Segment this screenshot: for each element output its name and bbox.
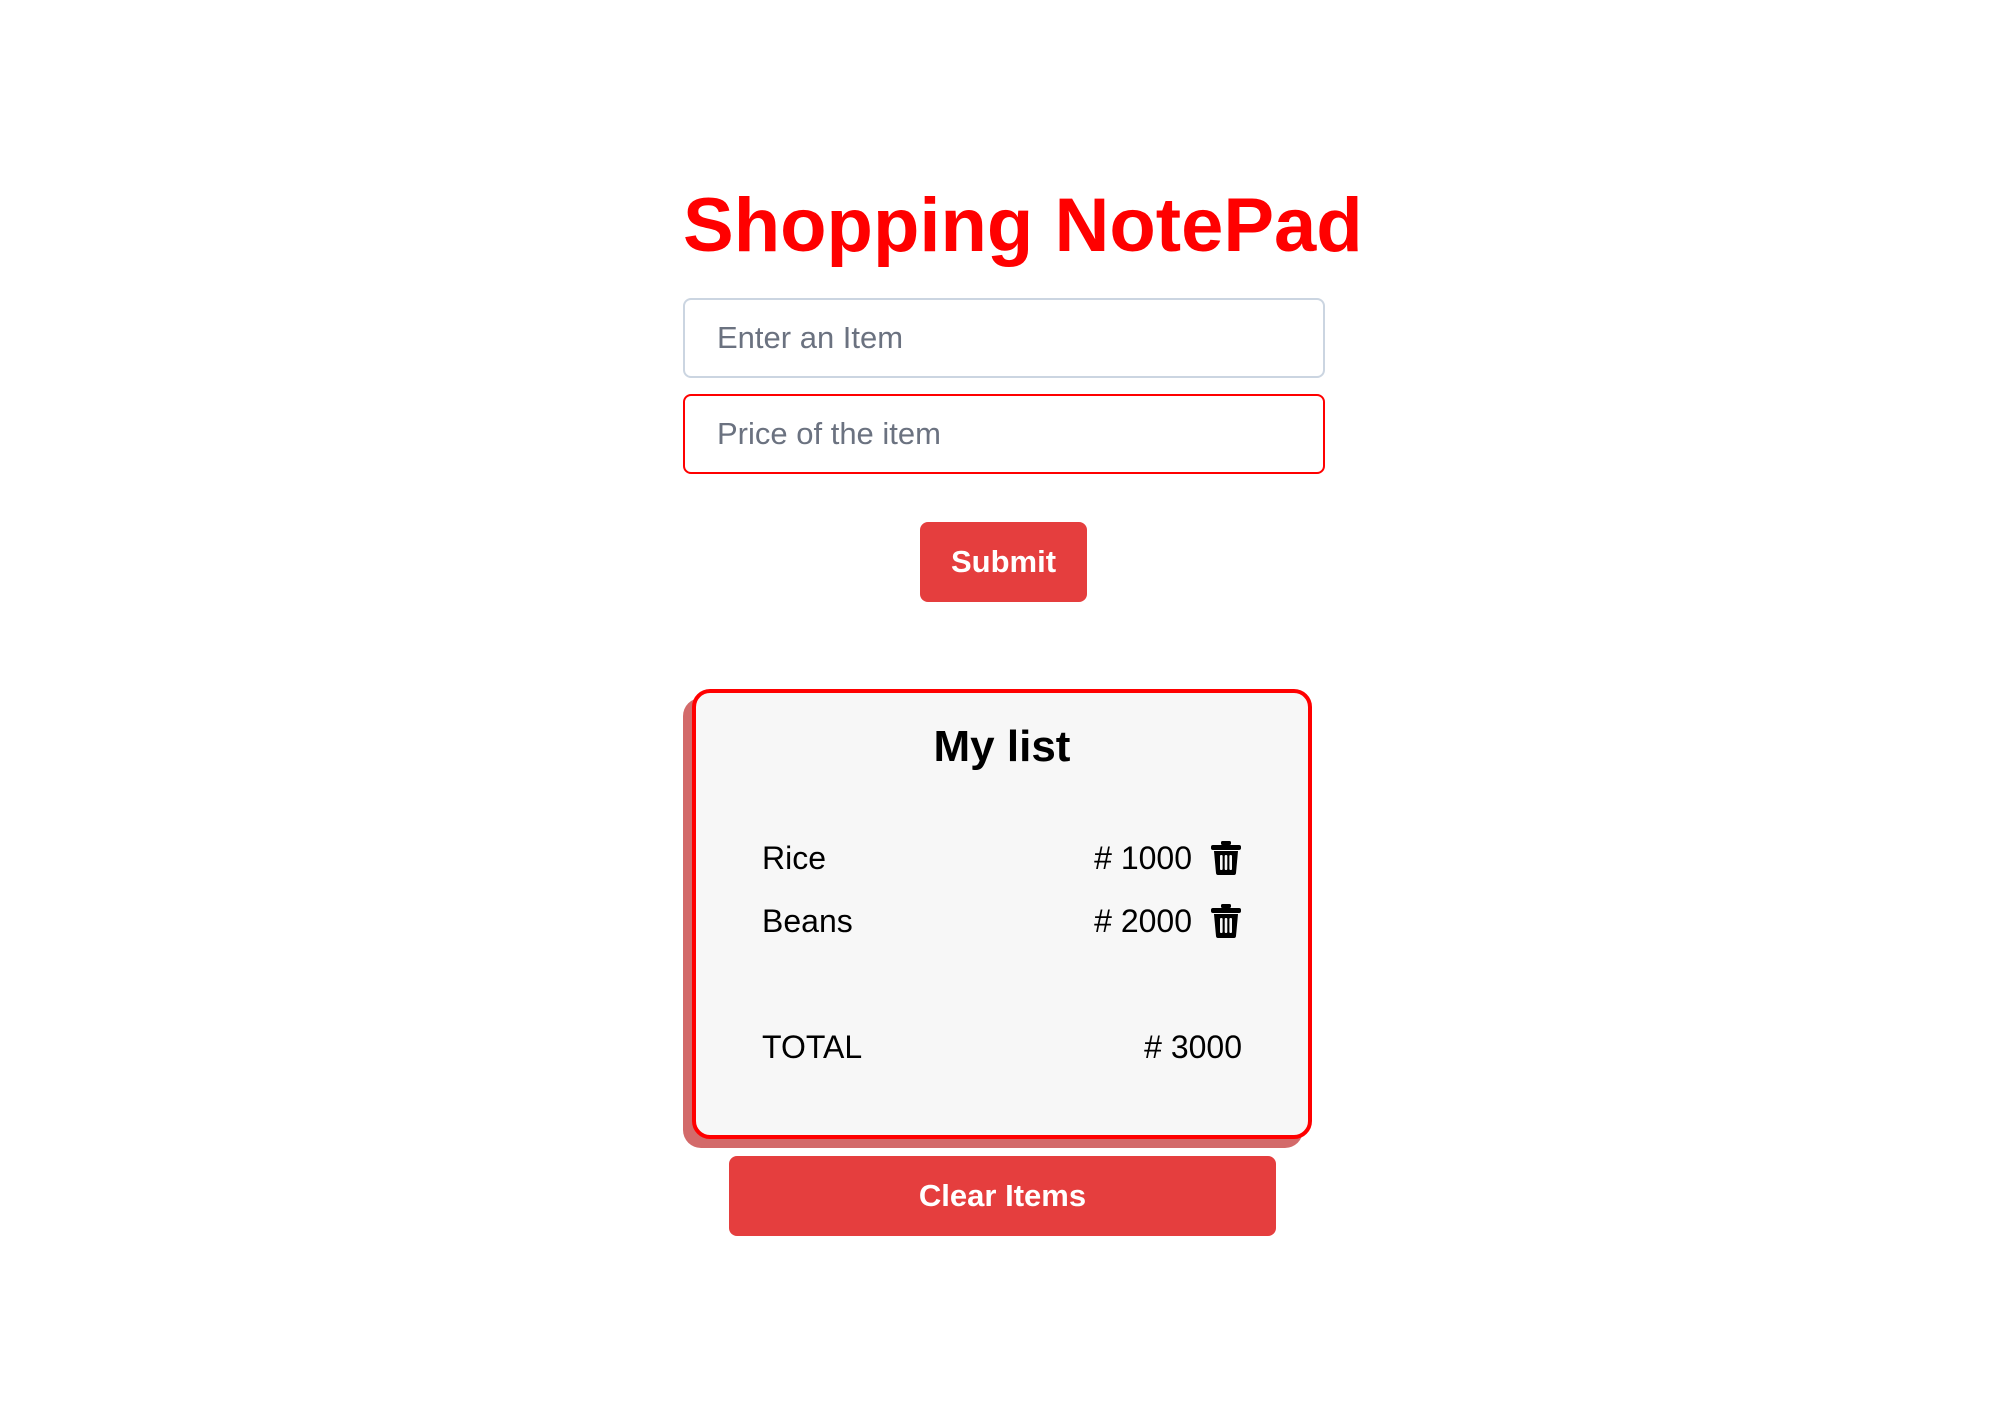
item-price-input[interactable] [683,394,1325,474]
total-row: TOTAL # 3000 [762,1022,1242,1072]
list-item-name: Rice [762,840,827,876]
list-item-price: # 1000 [1094,840,1192,876]
list-item-price: # 2000 [1094,903,1192,939]
trash-icon[interactable] [1210,904,1242,938]
list-item: Rice # 1000 [762,833,1242,883]
total-label: TOTAL [762,1029,863,1065]
list-title: My list [933,722,1071,771]
total-value: # 3000 [1144,1029,1242,1065]
list-item-name: Beans [762,903,853,939]
item-name-input[interactable] [683,298,1325,378]
list-card: My list Rice # 1000 Beans # 2000 TOTAL #… [692,689,1312,1139]
trash-icon[interactable] [1210,841,1242,875]
submit-button[interactable]: Submit [920,522,1087,602]
clear-items-button[interactable]: Clear Items [729,1156,1276,1236]
list-item: Beans # 2000 [762,896,1242,946]
page-title: Shopping NotePad [683,183,1363,268]
